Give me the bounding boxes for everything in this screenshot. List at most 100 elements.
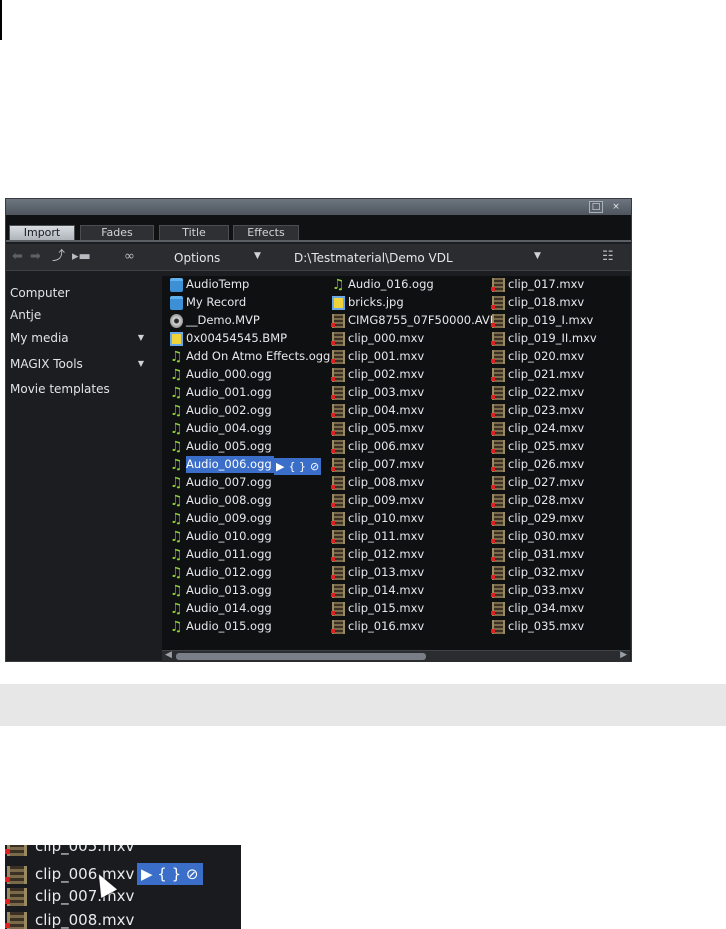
- close-button[interactable]: ×: [609, 201, 623, 213]
- file-item[interactable]: My Record: [168, 294, 328, 312]
- file-item[interactable]: clip_007.mxv: [330, 456, 490, 474]
- file-item[interactable]: clip_006.mxv: [330, 438, 490, 456]
- file-name: clip_002.mxv: [348, 367, 425, 381]
- file-item[interactable]: clip_015.mxv: [330, 600, 490, 618]
- file-item[interactable]: clip_027.mxv: [490, 474, 650, 492]
- file-item[interactable]: clip_032.mxv: [490, 564, 650, 582]
- tab-effects[interactable]: Effects: [233, 225, 299, 240]
- stop-icon[interactable]: ⊘: [308, 458, 321, 475]
- file-item[interactable]: clip_023.mxv: [490, 402, 650, 420]
- chevron-down-icon[interactable]: ▼: [138, 355, 144, 373]
- forward-arrow-icon[interactable]: ➡: [30, 249, 41, 265]
- file-item[interactable]: ♫ Audio_016.ogg: [330, 276, 490, 294]
- file-item[interactable]: clip_034.mxv: [490, 600, 650, 618]
- file-item[interactable]: __Demo.MVP: [168, 312, 328, 330]
- sidebar-item-antje[interactable]: Antje: [10, 306, 150, 326]
- scroll-right-icon[interactable]: ▶: [620, 650, 627, 660]
- file-item[interactable]: clip_000.mxv: [330, 330, 490, 348]
- file-item[interactable]: clip_003.mxv: [330, 384, 490, 402]
- file-item[interactable]: ♫ Audio_015.ogg: [168, 618, 328, 636]
- file-item[interactable]: clip_009.mxv: [330, 492, 490, 510]
- file-item[interactable]: ♫ Add On Atmo Effects.ogg: [168, 348, 330, 366]
- file-item[interactable]: clip_016.mxv: [330, 618, 490, 636]
- file-item[interactable]: clip_012.mxv: [330, 546, 490, 564]
- sidebar-item-computer[interactable]: Computer: [10, 284, 150, 304]
- binoculars-icon[interactable]: ∞: [124, 249, 135, 265]
- file-item[interactable]: clip_019_I.mxv: [490, 312, 650, 330]
- sidebar-item-my-media[interactable]: My media ▼: [10, 329, 150, 349]
- list-item[interactable]: clip_006.mxv: [5, 863, 241, 887]
- path-chevron-down-icon[interactable]: ▼: [534, 251, 541, 261]
- tab-fades[interactable]: Fades: [80, 225, 154, 240]
- file-item[interactable]: CIMG8755_07F50000.AVI: [330, 312, 493, 330]
- file-name: clip_016.mxv: [348, 619, 425, 633]
- file-item[interactable]: clip_004.mxv: [330, 402, 490, 420]
- file-name: clip_022.mxv: [508, 385, 585, 399]
- file-item[interactable]: clip_011.mxv: [330, 528, 490, 546]
- file-item[interactable]: 0x00454545.BMP: [168, 330, 328, 348]
- file-item[interactable]: clip_021.mxv: [490, 366, 650, 384]
- file-item[interactable]: ♫ Audio_004.ogg: [168, 420, 328, 438]
- view-mode-icon[interactable]: ☷: [602, 249, 614, 265]
- file-item[interactable]: clip_018.mxv: [490, 294, 650, 312]
- file-item[interactable]: clip_022.mxv: [490, 384, 650, 402]
- scrollbar-thumb[interactable]: [176, 653, 426, 660]
- file-item[interactable]: clip_028.mxv: [490, 492, 650, 510]
- file-item[interactable]: ♫ Audio_002.ogg: [168, 402, 328, 420]
- back-arrow-icon[interactable]: ⬅: [12, 249, 23, 265]
- chevron-down-icon[interactable]: ▼: [138, 329, 144, 347]
- note-icon: ♫: [332, 277, 345, 293]
- file-item[interactable]: clip_033.mxv: [490, 582, 650, 600]
- file-name: clip_017.mxv: [508, 277, 585, 291]
- file-item[interactable]: clip_005.mxv: [330, 420, 490, 438]
- file-item[interactable]: clip_031.mxv: [490, 546, 650, 564]
- file-item[interactable]: ♫ Audio_007.ogg: [168, 474, 328, 492]
- range-icon[interactable]: { }: [286, 458, 308, 475]
- file-item[interactable]: clip_017.mxv: [490, 276, 650, 294]
- file-name: AudioTemp: [186, 277, 250, 291]
- tab-import[interactable]: Import: [9, 225, 75, 240]
- file-item[interactable]: clip_026.mxv: [490, 456, 650, 474]
- film-icon: [331, 566, 345, 580]
- file-item[interactable]: clip_014.mxv: [330, 582, 490, 600]
- new-folder-icon[interactable]: ▸▬: [72, 249, 106, 265]
- film-icon: [491, 584, 505, 598]
- scroll-left-icon[interactable]: ◀: [165, 650, 172, 660]
- horizontal-scrollbar[interactable]: ◀ ▶: [162, 650, 630, 662]
- file-item[interactable]: ♫ Audio_013.ogg: [168, 582, 328, 600]
- file-item[interactable]: clip_019_II.mxv: [490, 330, 650, 348]
- file-item[interactable]: clip_013.mxv: [330, 564, 490, 582]
- file-item[interactable]: AudioTemp: [168, 276, 328, 294]
- file-item[interactable]: ♫ Audio_000.ogg: [168, 366, 328, 384]
- tab-title[interactable]: Title: [159, 225, 229, 240]
- up-arrow-icon[interactable]: ⤴: [52, 249, 65, 265]
- note-icon: ♫: [170, 583, 183, 599]
- file-item[interactable]: clip_035.mxv: [490, 618, 650, 636]
- sidebar-item-movie-templates[interactable]: Movie templates: [10, 380, 150, 400]
- options-chevron-down-icon[interactable]: ▼: [254, 251, 261, 261]
- file-item[interactable]: clip_010.mxv: [330, 510, 490, 528]
- file-item[interactable]: clip_002.mxv: [330, 366, 490, 384]
- file-item[interactable]: clip_024.mxv: [490, 420, 650, 438]
- file-item[interactable]: clip_030.mxv: [490, 528, 650, 546]
- file-item[interactable]: ♫ Audio_014.ogg: [168, 600, 328, 618]
- file-item[interactable]: clip_029.mxv: [490, 510, 650, 528]
- file-item[interactable]: ♫ Audio_001.ogg: [168, 384, 328, 402]
- file-item[interactable]: ♫ Audio_012.ogg: [168, 564, 328, 582]
- file-item[interactable]: ♫ Audio_005.ogg: [168, 438, 328, 456]
- sidebar-item-magix-tools[interactable]: MAGIX Tools ▼: [10, 355, 150, 375]
- file-item[interactable]: clip_020.mxv: [490, 348, 650, 366]
- file-item[interactable]: clip_025.mxv: [490, 438, 650, 456]
- file-item[interactable]: bricks.jpg: [330, 294, 490, 312]
- file-item[interactable]: clip_001.mxv: [330, 348, 490, 366]
- file-item[interactable]: ♫ Audio_011.ogg: [168, 546, 328, 564]
- file-item[interactable]: ♫ Audio_009.ogg: [168, 510, 328, 528]
- options-menu[interactable]: Options: [174, 250, 220, 266]
- preview-controls[interactable]: ▶ { } ⊘: [137, 863, 203, 885]
- path-field[interactable]: D:\Testmaterial\Demo VDL: [294, 250, 453, 266]
- file-item[interactable]: clip_008.mxv: [330, 474, 490, 492]
- play-icon[interactable]: ▶: [274, 458, 286, 475]
- file-item[interactable]: ♫ Audio_010.ogg: [168, 528, 328, 546]
- maximize-button[interactable]: □: [589, 201, 603, 213]
- file-item[interactable]: ♫ Audio_008.ogg: [168, 492, 328, 510]
